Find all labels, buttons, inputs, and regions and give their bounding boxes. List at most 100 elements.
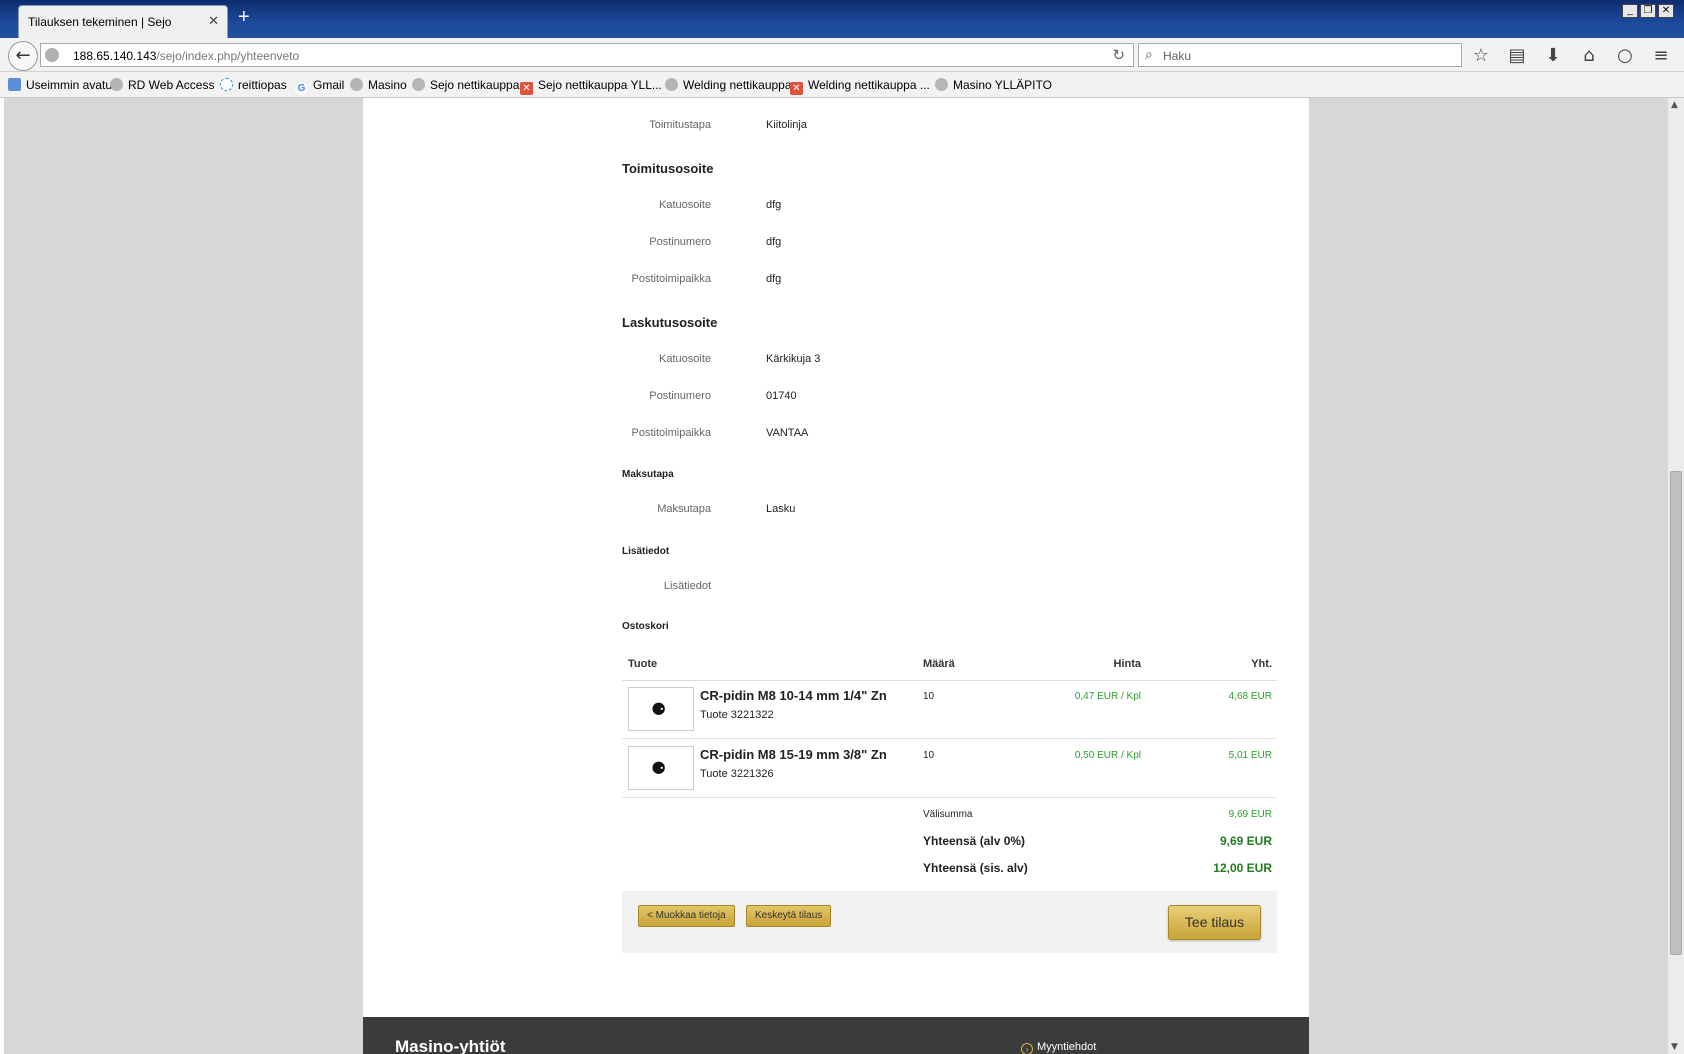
order-actions-bar: < Muokkaa tietoja Keskeytä tilaus Tee ti… [622, 891, 1277, 953]
toolbar-icons: ☆ ▤ ⬇ ⌂ ○ ≡ [1470, 45, 1672, 66]
bookmark-item[interactable]: Useimmin avatut [8, 78, 115, 92]
bookmark-item[interactable]: Masino [350, 78, 407, 92]
browser-tab[interactable]: Tilauksen tekeminen | Sejo ✕ [18, 5, 228, 38]
vertical-scrollbar[interactable]: ▲ ▼ [1667, 98, 1684, 1054]
total-ex-vat-label: Yhteensä (alv 0%) [923, 834, 1026, 848]
column-header-product: Tuote [628, 658, 658, 670]
column-header-total: Yht. [1251, 658, 1272, 670]
globe-icon [935, 78, 948, 91]
bookmark-item[interactable]: ✕ Sejo nettikauppa YLL... [520, 78, 662, 95]
product-line-total: 4,68 EUR [1228, 691, 1272, 702]
bookmark-item[interactable]: reittiopas [220, 78, 287, 92]
additional-info-label: Lisätiedot [663, 580, 711, 592]
bookmark-item[interactable]: Masino YLLÄPITO [935, 78, 1052, 92]
terms-link[interactable]: › Myyntiehdot [1021, 1041, 1096, 1054]
delivery-method-value: Kiitolinja [766, 119, 807, 131]
place-order-button[interactable]: Tee tilaus [1168, 905, 1261, 940]
order-summary-page: Toimitustapa Kiitolinja Toimitusosoite K… [363, 98, 1309, 1054]
product-unit-price: 0,47 EUR / Kpl [1074, 691, 1141, 702]
shipping-postcode-label: Postinumero [649, 236, 711, 248]
shipping-street-label: Katuosoite [659, 199, 711, 211]
billing-city-value: VANTAA [766, 427, 809, 439]
bookmark-label: Useimmin avatut [26, 78, 116, 92]
scroll-down-icon[interactable]: ▼ [1671, 1042, 1678, 1052]
most-visited-icon [8, 78, 21, 91]
new-tab-button[interactable]: + [238, 6, 250, 29]
reading-list-icon[interactable]: ▤ [1506, 45, 1528, 66]
bookmark-item[interactable]: RD Web Access [110, 78, 214, 92]
product-sku: Tuote 3221326 [700, 768, 774, 780]
search-input[interactable]: ⌕ Haku [1138, 43, 1462, 67]
downloads-icon[interactable]: ⬇ [1542, 45, 1564, 66]
viewport-edge [0, 98, 4, 1054]
sun-icon [220, 78, 233, 91]
bookmark-star-icon[interactable]: ☆ [1470, 45, 1492, 66]
edit-details-button[interactable]: < Muokkaa tietoja [638, 905, 735, 927]
bookmark-item[interactable]: Sejo nettikauppa [412, 78, 519, 92]
product-qty: 10 [923, 691, 935, 702]
navigation-toolbar: ← 188.65.140.143/sejo/index.php/yhteenve… [0, 38, 1684, 72]
bookmark-item[interactable]: ✕ Welding nettikauppa ... [790, 78, 930, 95]
clamp-product-icon: ⚈ [651, 759, 667, 779]
restore-button[interactable]: ❐ [1640, 4, 1656, 18]
address-bar[interactable]: 188.65.140.143/sejo/index.php/yhteenveto… [40, 43, 1134, 67]
globe-icon [350, 78, 363, 91]
menu-icon[interactable]: ≡ [1650, 45, 1672, 66]
search-placeholder: Haku [1163, 49, 1192, 63]
bookmarks-toolbar: Useimmin avatut RD Web Access reittiopas… [0, 72, 1684, 98]
close-window-button[interactable]: ✕ [1658, 4, 1674, 18]
browser-titlebar: Tilauksen tekeminen | Sejo ✕ + _ ❐ ✕ [0, 0, 1684, 38]
billing-street-label: Katuosoite [659, 353, 711, 365]
bookmark-label: Gmail [313, 78, 345, 92]
bookmark-label: Masino YLLÄPITO [953, 78, 1052, 92]
globe-icon [110, 78, 123, 91]
back-button[interactable]: ← [8, 41, 38, 71]
total-inc-vat-label: Yhteensä (sis. alv) [923, 861, 1028, 875]
globe-icon [412, 78, 425, 91]
delivery-method-label: Toimitustapa [649, 119, 711, 131]
subtotal-value: 9,69 EUR [1228, 809, 1272, 820]
window-controls: _ ❐ ✕ [1622, 4, 1674, 18]
google-icon: G [295, 82, 308, 95]
search-icon: ⌕ [1145, 46, 1153, 62]
cart-row: ⚈ CR-pidin M8 10-14 mm 1/4" Zn Tuote 322… [622, 681, 1277, 739]
product-name[interactable]: CR-pidin M8 10-14 mm 1/4" Zn [700, 688, 887, 703]
bookmark-label: reittiopas [238, 78, 287, 92]
scrollbar-thumb[interactable] [1670, 471, 1682, 955]
payment-method-label: Maksutapa [657, 503, 711, 515]
site-info-icon[interactable] [45, 48, 59, 62]
footer-title: Masino-yhtiöt [395, 1037, 506, 1054]
column-header-price: Hinta [1113, 658, 1142, 670]
shipping-postcode-value: dfg [766, 236, 782, 248]
minimize-button[interactable]: _ [1622, 4, 1638, 18]
shipping-city-label: Postitoimipaikka [631, 273, 711, 285]
chat-icon[interactable]: ○ [1614, 45, 1636, 66]
url-text: 188.65.140.143/sejo/index.php/yhteenveto [73, 49, 299, 63]
scroll-up-icon[interactable]: ▲ [1671, 100, 1678, 110]
additional-info-heading: Lisätiedot [622, 546, 670, 557]
billing-postcode-value: 01740 [766, 390, 797, 402]
shipping-street-value: dfg [766, 199, 782, 211]
shipping-city-value: dfg [766, 273, 782, 285]
bookmark-item[interactable]: Welding nettikauppa [665, 78, 792, 92]
bookmark-label: Masino [368, 78, 407, 92]
product-thumbnail[interactable]: ⚈ [628, 687, 694, 731]
total-inc-vat-value: 12,00 EUR [1213, 861, 1272, 875]
bookmark-item[interactable]: G Gmail [295, 78, 344, 95]
product-line-total: 5,01 EUR [1228, 750, 1272, 761]
payment-method-value: Lasku [766, 503, 796, 515]
column-header-qty: Määrä [923, 658, 955, 670]
home-icon[interactable]: ⌂ [1578, 45, 1600, 66]
reload-icon[interactable]: ↻ [1112, 46, 1125, 64]
product-name[interactable]: CR-pidin M8 15-19 mm 3/8" Zn [700, 747, 887, 762]
product-unit-price: 0,50 EUR / Kpl [1074, 750, 1141, 761]
url-path: /sejo/index.php/yhteenveto [156, 49, 300, 63]
tab-close-icon[interactable]: ✕ [208, 13, 219, 29]
bookmark-label: Sejo nettikauppa YLL... [538, 78, 662, 92]
cancel-order-button[interactable]: Keskeytä tilaus [746, 905, 832, 927]
product-qty: 10 [923, 750, 935, 761]
billing-street-value: Kärkikuja 3 [766, 353, 821, 365]
url-host: 188.65.140.143 [73, 49, 157, 63]
product-thumbnail[interactable]: ⚈ [628, 746, 694, 790]
billing-city-label: Postitoimipaikka [631, 427, 711, 439]
